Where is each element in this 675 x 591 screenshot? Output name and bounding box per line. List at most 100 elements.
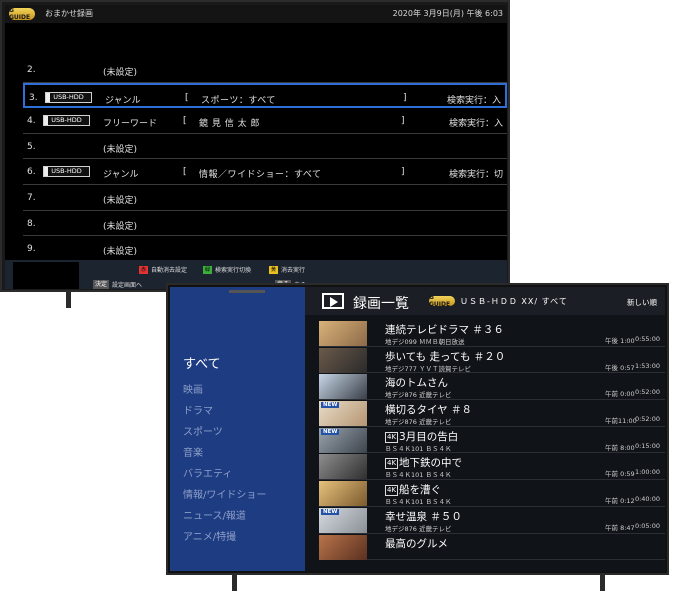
recording-row[interactable]: 海のトムさん 地デジ876 近畿テレビ 午前 0:00 0:52:00 (319, 373, 665, 401)
auto-record-row[interactable]: 4. USB-HDD フリーワード [鏡 見 信 太 郎] 検索実行：入 (23, 108, 507, 134)
tv2-bottom-indicator (229, 290, 265, 293)
search-condition: スポーツ：すべて (201, 95, 276, 106)
recording-title-text: 歩いても 走っても ＃２０ (385, 350, 506, 363)
row-number: 7. (27, 192, 36, 203)
row-number: 2. (27, 65, 36, 75)
search-type: (未設定) (103, 221, 138, 232)
preview-window (13, 262, 79, 289)
new-badge: NEW (321, 402, 340, 409)
4k-badge: 4K (385, 458, 399, 470)
sidebar-item[interactable]: バラエティ (183, 465, 232, 480)
search-exec-status: 検索実行：入 (446, 95, 501, 106)
recording-duration: 0:52:00 (634, 388, 660, 397)
recording-list: 連続テレビドラマ ＃３６ 地デジ099 ＭＭＢ朝日放送 午後 1:00 0:55:00… (319, 320, 665, 561)
recording-duration: 1:53:00 (634, 361, 660, 370)
tv1-screen: G GUIDE おまかせ録画 2020年 3月9日(月) 午後 6:03 2. (… (5, 5, 507, 289)
recording-thumbnail (319, 321, 367, 346)
top-bar: G GUIDE おまかせ録画 2020年 3月9日(月) 午後 6:03 (5, 5, 507, 23)
auto-record-row[interactable]: 5. (未設定) (23, 134, 507, 160)
tv2-stand-right (600, 575, 605, 591)
recording-channel: 地デジ876 近畿テレビ (385, 391, 452, 400)
bracket-open: [ (183, 167, 187, 178)
color-key-label: 検索実行切換 (215, 267, 252, 274)
recording-time: 午前 8:00 (605, 443, 635, 452)
search-type: フリーワード (103, 119, 158, 130)
recording-channel: 地デジ876 近畿テレビ (385, 418, 452, 427)
4k-badge: 4K (385, 431, 399, 443)
enter-label: 設定画面へ (112, 282, 143, 289)
recording-title-text: 船を漕ぐ (399, 484, 442, 497)
recording-time: 午前11:00 (605, 417, 637, 426)
gguide-logo: G GUIDE (9, 7, 35, 21)
recording-row[interactable]: NEW 4K 3月目の告白 ＢＳ４Ｋ101 ＢＳ４Ｋ 午前 8:00 0:15:00 (319, 427, 665, 454)
color-key-hint[interactable]: 赤自動消去設定 (139, 265, 187, 274)
sidebar-item[interactable]: アニメ/特撮 (183, 528, 236, 543)
recording-channel: ＢＳ４Ｋ101 ＢＳ４Ｋ (385, 471, 452, 480)
recording-title-text: 海のトムさん (385, 377, 448, 390)
recording-time: 午前 0:12 (605, 497, 635, 506)
sidebar-item[interactable]: ニュース/報道 (183, 507, 246, 522)
sidebar-item[interactable]: 映画 (183, 381, 203, 396)
bracket-open: [ (185, 92, 189, 103)
recording-title: 連続テレビドラマ ＃３６ (385, 322, 504, 337)
search-type: (未設定) (103, 247, 138, 258)
recording-thumbnail (319, 374, 367, 400)
recording-row[interactable]: 連続テレビドラマ ＃３６ 地デジ099 ＭＭＢ朝日放送 午後 1:00 0:55:00 (319, 320, 665, 347)
recording-title-text: 3月目の告白 (399, 430, 459, 443)
auto-record-row[interactable]: 2. (未設定) (23, 57, 507, 83)
search-type: ジャンル (105, 95, 141, 106)
recording-thumbnail: NEW (319, 401, 367, 427)
recording-title-text: 地下鉄の中で (399, 457, 463, 470)
auto-record-row[interactable]: 8. (未設定) (23, 211, 507, 237)
recording-time: 午後 0:57 (605, 363, 635, 372)
storage-path: ＵＳＢ-ＨＤＤ XX/ すべて (460, 297, 568, 306)
color-key-icon: 緑 (203, 265, 212, 274)
color-key-label: 自動消去設定 (151, 267, 188, 274)
row-number: 3. (29, 92, 38, 103)
sidebar-item[interactable]: ドラマ (183, 402, 213, 417)
row-number: 8. (27, 218, 36, 229)
recording-duration: 0:52:00 (634, 415, 660, 424)
color-key-label: 消去実行 (281, 267, 306, 274)
recording-row[interactable]: NEW 幸せ温泉 ＃５０ 地デジ876 近畿テレビ 午前 8:47 0:05:00 (319, 507, 665, 534)
auto-record-row[interactable]: 7. (未設定) (23, 185, 507, 211)
recording-title: 海のトムさん (385, 375, 448, 390)
color-key-hint[interactable]: 緑検索実行切換 (203, 265, 251, 274)
recording-row[interactable]: 4K 船を漕ぐ ＢＳ４Ｋ101 ＢＳ４Ｋ 午前 0:12 0:40:00 (319, 480, 665, 507)
search-condition: 鏡 見 信 太 郎 (199, 119, 260, 130)
usb-hdd-badge: USB-HDD (43, 115, 90, 127)
sidebar-item[interactable]: すべて (183, 353, 221, 372)
auto-record-row[interactable]: 9. (未設定) (23, 236, 507, 262)
search-type: ジャンル (103, 170, 139, 181)
search-condition: 情報／ワイドショー：すべて (199, 170, 322, 181)
recording-thumbnail (319, 481, 367, 507)
recording-row[interactable]: 最高のグルメ (319, 534, 665, 561)
new-badge: NEW (321, 508, 340, 515)
screen-title: おまかせ録画 (45, 9, 93, 18)
sidebar-item[interactable]: スポーツ (183, 423, 223, 438)
recording-time: 午前 0:59 (605, 470, 635, 479)
color-key-icon: 赤 (139, 265, 148, 274)
recording-title: 4K 3月目の告白 (385, 429, 458, 444)
recording-row[interactable]: 歩いても 走っても ＃２０ 地デジ777 ＹＶＴ読賀テレビ 午後 0:57 1:53:… (319, 347, 665, 374)
recording-time: 午後 1:00 (605, 337, 635, 345)
color-key-hint[interactable]: 黄消去実行 (269, 265, 305, 274)
auto-record-list: 2. (未設定) 3. USB-HDD ジャンル [スポーツ：すべて] 検索実行：入 4. US… (23, 57, 507, 262)
list-title: 録画一覧 (353, 296, 409, 312)
auto-record-row[interactable]: 3. USB-HDD ジャンル [スポーツ：すべて] 検索実行：入 (23, 82, 507, 109)
recording-duration: 0:40:00 (634, 495, 660, 504)
recording-thumbnail (319, 454, 367, 480)
recording-row[interactable]: 4K 地下鉄の中で ＢＳ４Ｋ101 ＢＳ４Ｋ 午前 0:59 1:00:00 (319, 453, 665, 481)
color-key-icon: 黄 (269, 265, 278, 274)
product-composite: G GUIDE おまかせ録画 2020年 3月9日(月) 午後 6:03 2. (… (0, 0, 675, 591)
recording-row[interactable]: NEW 横切るタイヤ ＃８ 地デジ876 近畿テレビ 午前11:00 0:52:00 (319, 400, 665, 427)
sidebar-item[interactable]: 情報/ワイドショー (183, 486, 266, 501)
auto-record-row[interactable]: 6. USB-HDD ジャンル [情報／ワイドショー：すべて] 検索実行：切 (23, 159, 507, 185)
sidebar-item[interactable]: 音楽 (183, 444, 203, 459)
recording-title: 4K 船を漕ぐ (385, 482, 441, 497)
sort-order[interactable]: 新しい順 (627, 297, 657, 308)
recording-title-text: 最高のグルメ (385, 537, 448, 550)
enter-hint[interactable]: 決定 設定画面へ (93, 280, 142, 289)
usb-hdd-badge: USB-HDD (43, 166, 90, 178)
list-header: 録画一覧 G GUIDE ＵＳＢ-ＨＤＤ XX/ すべて 新しい順 (305, 287, 665, 315)
